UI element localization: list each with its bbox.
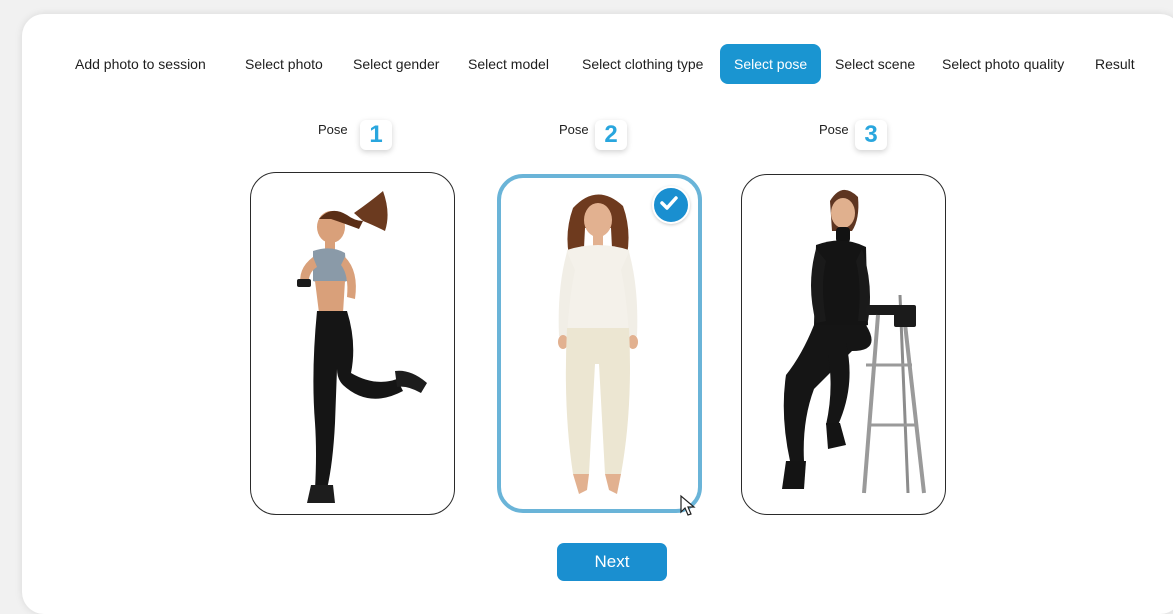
pose-label: Pose xyxy=(819,122,849,137)
step-select-scene[interactable]: Select scene xyxy=(835,44,915,84)
step-add-photo-to-session[interactable]: Add photo to session xyxy=(75,44,206,84)
check-circle-icon xyxy=(652,186,690,224)
next-button[interactable]: Next xyxy=(557,543,667,581)
step-select-pose[interactable]: Select pose xyxy=(720,44,822,84)
step-result[interactable]: Result xyxy=(1095,44,1135,84)
pose-number-badge: 1 xyxy=(360,120,392,150)
wizard-stepper: Add photo to session Select photo Select… xyxy=(22,44,1173,84)
step-select-photo-quality[interactable]: Select photo quality xyxy=(942,44,1064,84)
pose-number-badge: 3 xyxy=(855,120,887,150)
pose-label: Pose xyxy=(318,122,348,137)
pose-card-1[interactable] xyxy=(250,172,455,515)
step-select-model[interactable]: Select model xyxy=(468,44,549,84)
pose-number-badge: 2 xyxy=(595,120,627,150)
step-select-photo[interactable]: Select photo xyxy=(245,44,323,84)
woman-sitting-on-stool-photo xyxy=(782,189,926,494)
pose-selection-panel: Add photo to session Select photo Select… xyxy=(22,14,1173,614)
pose-label: Pose xyxy=(559,122,589,137)
pose-card-3[interactable] xyxy=(741,174,946,515)
woman-jumping-photo xyxy=(297,191,427,503)
woman-standing-photo xyxy=(558,194,638,494)
step-select-clothing-type[interactable]: Select clothing type xyxy=(582,44,703,84)
mouse-cursor-icon xyxy=(679,494,697,523)
pose-card-2[interactable] xyxy=(497,174,702,513)
step-select-gender[interactable]: Select gender xyxy=(353,44,439,84)
